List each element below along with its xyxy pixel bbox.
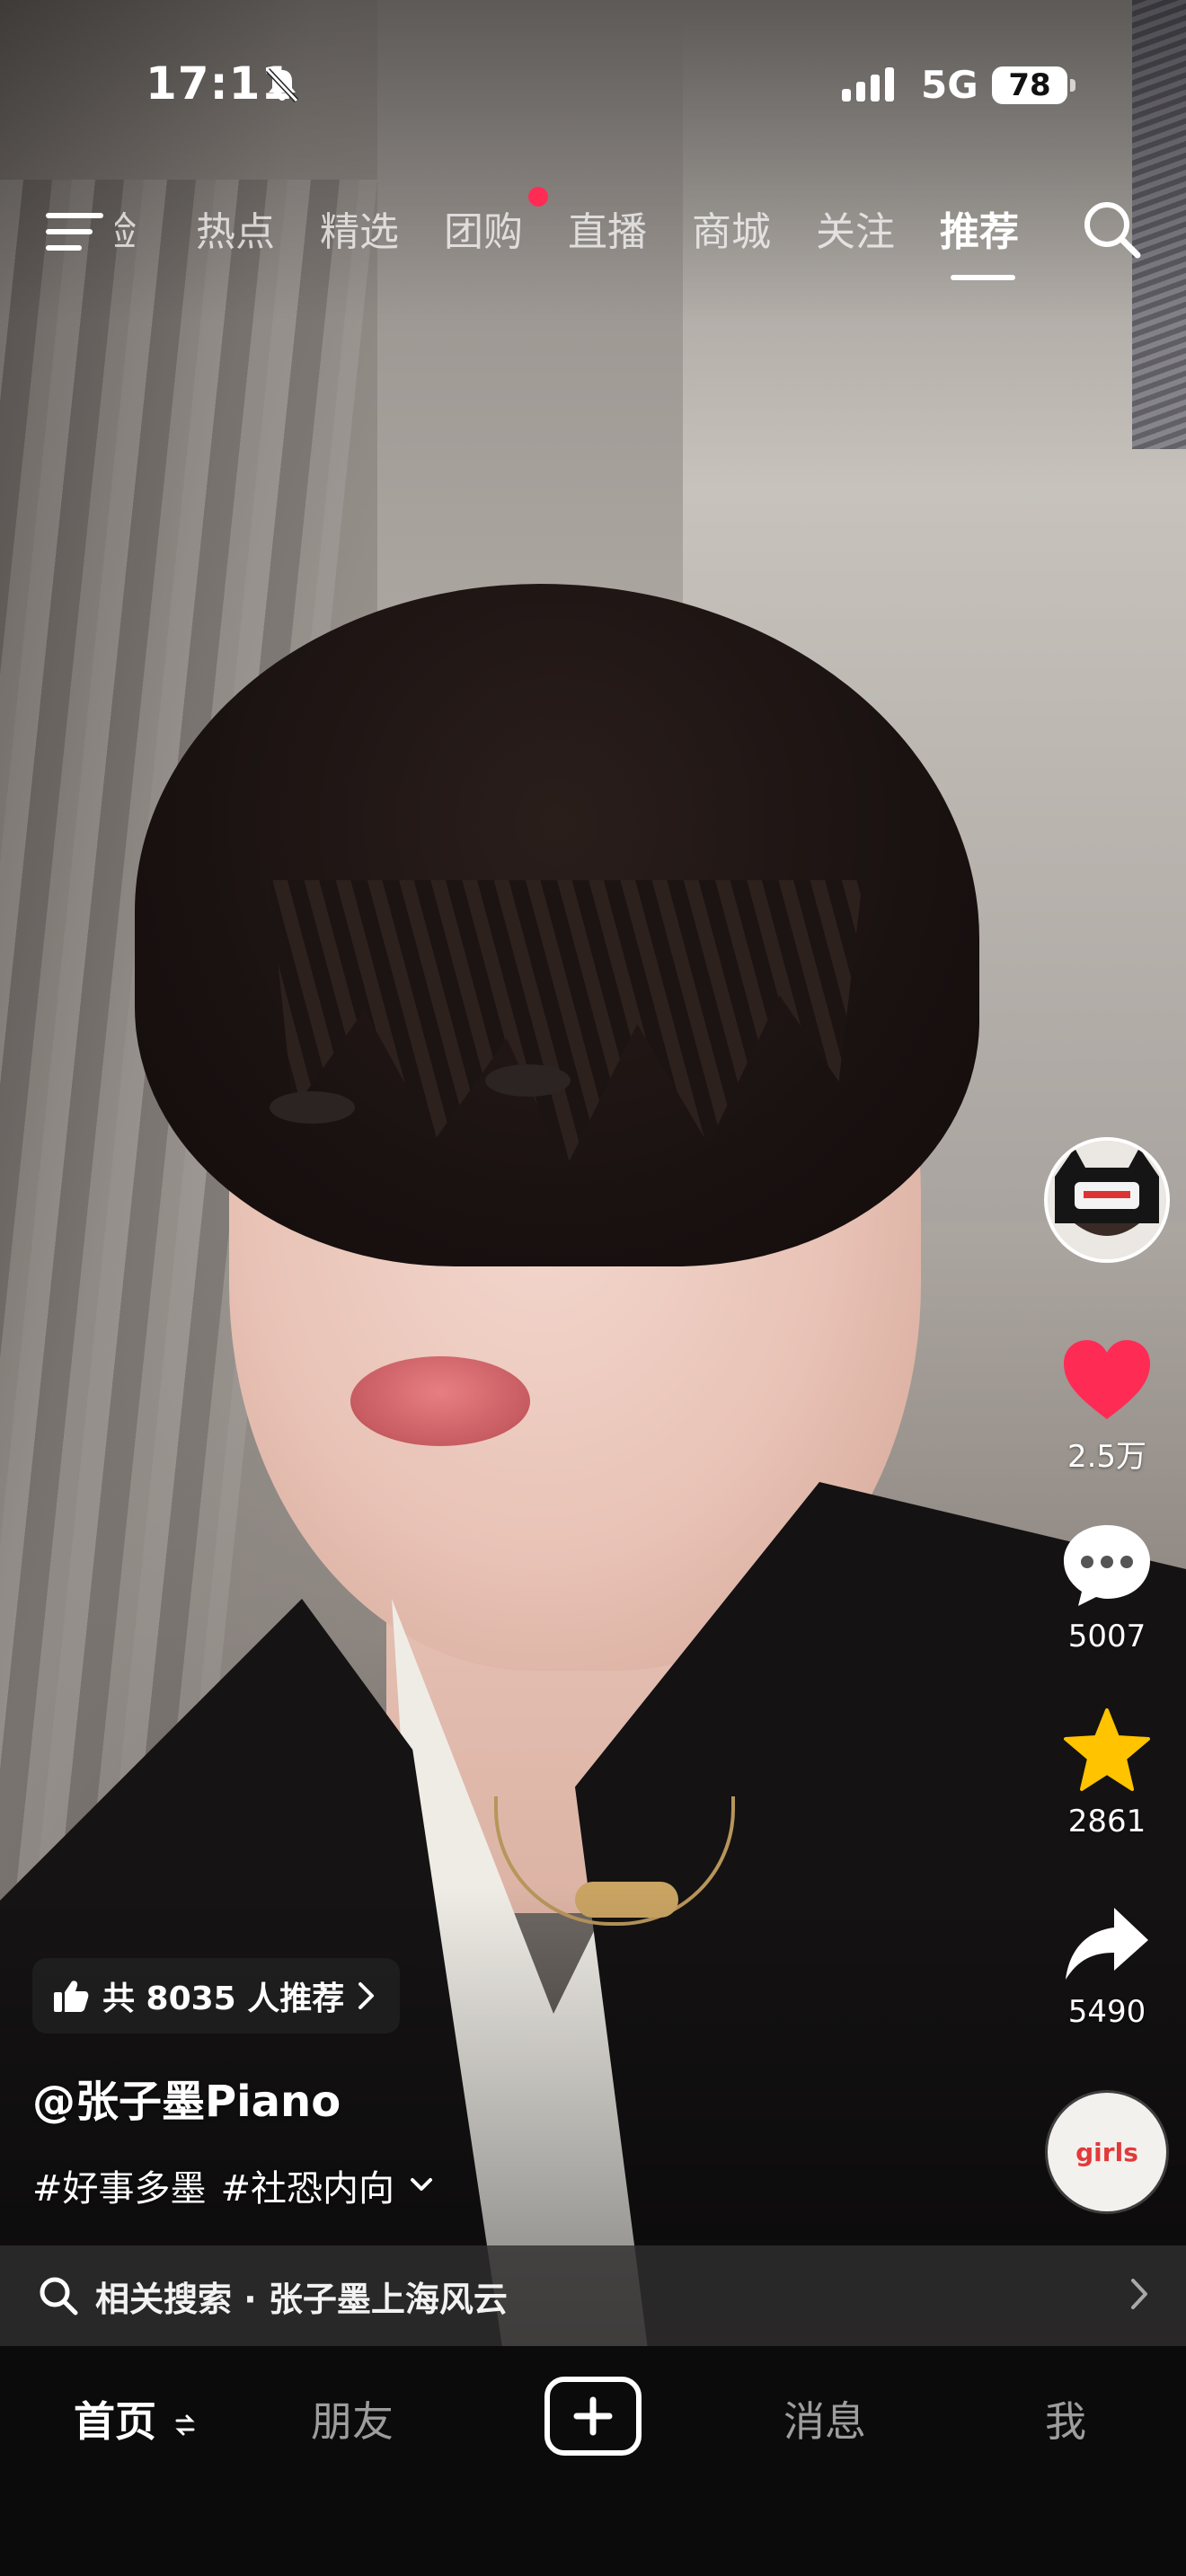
status-bar: 17:11 5G 78 bbox=[0, 0, 1186, 171]
menu-icon[interactable] bbox=[45, 205, 108, 259]
tab-group-buy[interactable]: 团购 bbox=[444, 199, 523, 257]
like-count: 2.5万 bbox=[1067, 1439, 1147, 1475]
video-person-eye-right bbox=[485, 1064, 571, 1097]
share-action[interactable]: 5490 bbox=[1053, 1904, 1161, 2030]
battery-level: 78 bbox=[1008, 67, 1051, 103]
swap-arrows-icon bbox=[175, 2414, 195, 2435]
share-icon bbox=[1066, 1908, 1148, 1980]
nav-me[interactable]: 我 bbox=[1045, 2389, 1086, 2448]
thumbs-up-icon bbox=[54, 1981, 89, 2012]
author-avatar[interactable] bbox=[1044, 1137, 1170, 1263]
hashtag-row: #好事多墨 #社恐内向 bbox=[32, 2159, 434, 2211]
hashtag-link[interactable]: #社恐内向 bbox=[221, 2159, 395, 2211]
app-screen: 17:11 5G 78 验 热点 精选 团购 直播 商城 关注 推荐 2.5万 … bbox=[0, 0, 1186, 2576]
tab-live[interactable]: 直播 bbox=[568, 199, 647, 257]
comment-action[interactable]: 5007 bbox=[1053, 1522, 1161, 1654]
tab-hot[interactable]: 热点 bbox=[196, 199, 275, 257]
battery-icon: 78 bbox=[992, 66, 1067, 104]
nav-home-label: 首页 bbox=[74, 2397, 156, 2446]
chevron-down-icon[interactable] bbox=[409, 2176, 434, 2194]
nav-messages[interactable]: 消息 bbox=[783, 2389, 866, 2448]
video-person-lips bbox=[350, 1356, 530, 1446]
favorite-count: 2861 bbox=[1067, 1804, 1146, 1839]
search-icon bbox=[40, 2277, 78, 2316]
star-icon bbox=[1064, 1708, 1150, 1791]
music-disc-text: girls bbox=[1075, 2137, 1138, 2167]
chevron-right-icon bbox=[358, 1982, 375, 2009]
nav-friends[interactable]: 朋友 bbox=[311, 2389, 394, 2448]
nav-home[interactable]: 首页 bbox=[74, 2389, 196, 2448]
comment-icon bbox=[1064, 1525, 1150, 1606]
search-icon[interactable] bbox=[1078, 196, 1146, 264]
recommend-text: 共 8035 人推荐 bbox=[102, 1981, 345, 2017]
tab-mall[interactable]: 商城 bbox=[692, 199, 771, 257]
notification-dot bbox=[528, 187, 548, 207]
chevron-right-icon bbox=[1131, 2279, 1147, 2309]
tab-following[interactable]: 关注 bbox=[816, 199, 895, 257]
network-type: 5G bbox=[921, 63, 978, 107]
hashtag-link[interactable]: #好事多墨 bbox=[32, 2159, 207, 2211]
plus-icon bbox=[573, 2396, 613, 2436]
create-button[interactable] bbox=[544, 2377, 642, 2456]
comment-count: 5007 bbox=[1067, 1619, 1146, 1654]
avatar-image bbox=[1048, 1141, 1166, 1259]
top-nav: 验 热点 精选 团购 直播 商城 关注 推荐 bbox=[0, 180, 1186, 296]
battery-tip bbox=[1070, 79, 1075, 92]
bell-muted-icon bbox=[265, 67, 299, 103]
music-disc[interactable]: girls bbox=[1048, 2093, 1166, 2211]
tab-selected[interactable]: 精选 bbox=[320, 199, 399, 257]
bottom-tab-bar: 首页 朋友 消息 我 bbox=[0, 2346, 1186, 2576]
related-search-bar[interactable]: 相关搜索 · 张子墨上海风云 bbox=[0, 2245, 1186, 2346]
video-person-eye-left bbox=[270, 1091, 355, 1124]
like-action[interactable]: 2.5万 bbox=[1053, 1338, 1161, 1476]
cellular-signal-icon bbox=[842, 67, 894, 101]
tab-recommend[interactable]: 推荐 bbox=[940, 199, 1019, 257]
tab-partial[interactable]: 验 bbox=[115, 199, 158, 257]
author-name[interactable]: @张子墨Piano bbox=[32, 2066, 341, 2129]
favorite-action[interactable]: 2861 bbox=[1053, 1707, 1161, 1839]
active-tab-indicator bbox=[951, 275, 1015, 280]
related-search-text: 相关搜索 · 张子墨上海风云 bbox=[95, 2279, 508, 2319]
recommend-pill[interactable]: 共 8035 人推荐 bbox=[32, 1958, 401, 2033]
share-count: 5490 bbox=[1067, 1994, 1146, 2030]
heart-icon bbox=[1064, 1340, 1150, 1419]
